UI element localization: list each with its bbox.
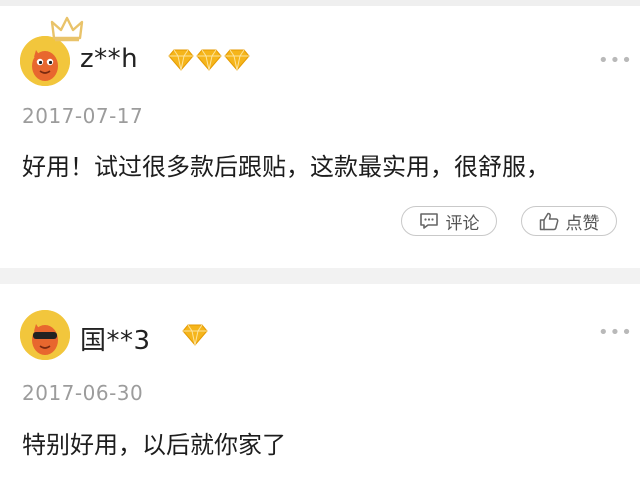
comment-button-label: 评论	[445, 213, 480, 234]
mascot-icon	[20, 310, 70, 360]
thumbs-up-icon	[539, 212, 558, 230]
comment-date: 2017-06-30	[22, 381, 144, 405]
diamond-icon	[168, 49, 194, 71]
diamond-icon	[224, 49, 250, 71]
avatar[interactable]	[20, 36, 70, 86]
vip-diamonds	[182, 324, 208, 346]
username[interactable]: z**h	[80, 44, 138, 74]
like-button-label: 点赞	[565, 213, 600, 234]
more-icon[interactable]: •••	[598, 322, 633, 343]
comment-text: 好用！试过很多款后跟贴，这款最实用，很舒服，	[22, 153, 550, 181]
diamond-icon	[182, 324, 208, 346]
comment-card: z**h ••• 2017-07-17 好用！试过很多款后跟贴，这款最实用，很舒…	[0, 6, 640, 268]
comment-text: 特别好用，以后就你家了	[22, 431, 286, 459]
avatar[interactable]	[20, 310, 70, 360]
crown-icon	[50, 16, 84, 42]
mascot-icon	[20, 36, 70, 86]
comment-card: 国**3 ••• 2017-06-30 特别好用，以后就你家了	[0, 284, 640, 481]
comment-date: 2017-07-17	[22, 104, 144, 128]
more-icon[interactable]: •••	[598, 50, 633, 71]
comment-icon	[419, 213, 438, 229]
diamond-icon	[196, 49, 222, 71]
username[interactable]: 国**3	[80, 320, 151, 357]
vip-diamonds	[168, 49, 250, 71]
comment-button[interactable]: 评论	[401, 206, 497, 236]
like-button[interactable]: 点赞	[521, 206, 617, 236]
